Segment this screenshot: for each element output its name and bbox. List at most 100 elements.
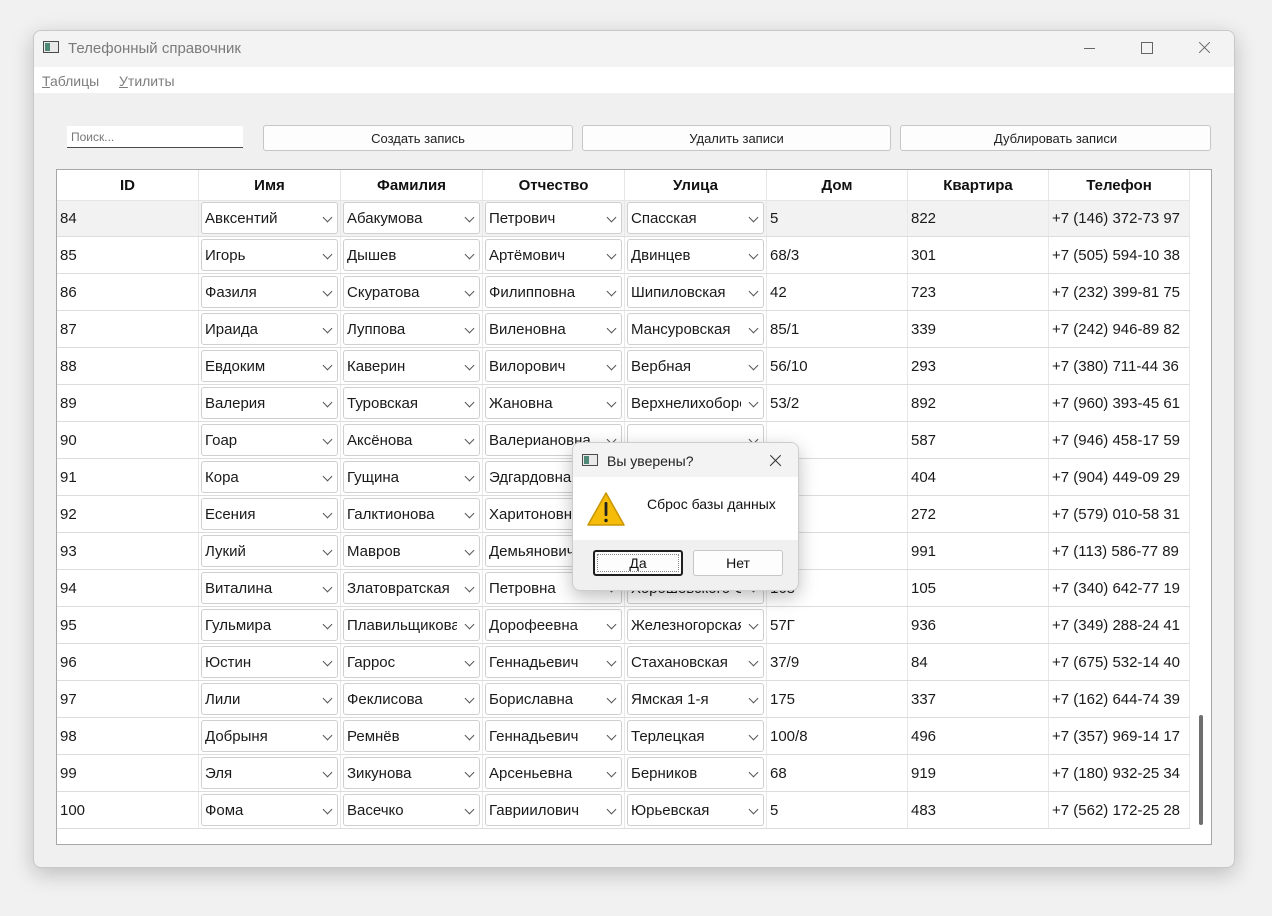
table-cell[interactable]: Ямская 1-я — [625, 681, 767, 717]
table-cell[interactable]: 88 — [57, 348, 199, 384]
column-header[interactable]: Отчество — [483, 170, 625, 200]
chevron-down-icon[interactable] — [322, 397, 333, 408]
chevron-down-icon[interactable] — [322, 767, 333, 778]
table-cell[interactable]: Вербная — [625, 348, 767, 384]
cell-combobox[interactable]: Гоар — [201, 424, 338, 456]
cell-combobox[interactable]: Двинцев — [627, 239, 764, 271]
chevron-down-icon[interactable] — [464, 286, 475, 297]
column-header[interactable]: Фамилия — [341, 170, 483, 200]
cell-combobox[interactable]: Туровская — [343, 387, 480, 419]
table-cell[interactable]: Стахановская — [625, 644, 767, 680]
table-cell[interactable]: Златовратская — [341, 570, 483, 606]
table-row[interactable]: 85 Игорь Дышев Артёмович Двинцев 68/3 301 +7 (5… — [57, 237, 1190, 274]
column-header[interactable]: Имя — [199, 170, 341, 200]
table-cell[interactable]: 37/9 — [767, 644, 908, 680]
table-cell[interactable]: +7 (357) 969-14 17 — [1049, 718, 1190, 754]
chevron-down-icon[interactable] — [606, 212, 617, 223]
cell-combobox[interactable]: Жановна — [485, 387, 622, 419]
table-cell[interactable]: 53/2 — [767, 385, 908, 421]
table-cell[interactable]: Ираида — [199, 311, 341, 347]
chevron-down-icon[interactable] — [322, 619, 333, 630]
chevron-down-icon[interactable] — [464, 360, 475, 371]
cell-combobox[interactable]: Терлецкая — [627, 720, 764, 752]
cell-combobox[interactable]: Авксентий — [201, 202, 338, 234]
cell-combobox[interactable]: Геннадьевич — [485, 720, 622, 752]
cell-combobox[interactable]: Плавильщикова — [343, 609, 480, 641]
table-cell[interactable]: 84 — [908, 644, 1049, 680]
chevron-down-icon[interactable] — [748, 767, 759, 778]
table-cell[interactable]: 86 — [57, 274, 199, 310]
maximize-button[interactable] — [1124, 31, 1170, 65]
chevron-down-icon[interactable] — [748, 286, 759, 297]
table-row[interactable]: 84 Авксентий Абакумова Петрович Спасская 5 822… — [57, 200, 1190, 237]
cell-combobox[interactable]: Васечко — [343, 794, 480, 826]
cell-combobox[interactable]: Гавриилович — [485, 794, 622, 826]
chevron-down-icon[interactable] — [606, 730, 617, 741]
scrollbar-thumb[interactable] — [1199, 715, 1203, 825]
chevron-down-icon[interactable] — [322, 656, 333, 667]
table-cell[interactable]: +7 (380) 711-44 36 — [1049, 348, 1190, 384]
cell-combobox[interactable]: Бориславна — [485, 683, 622, 715]
chevron-down-icon[interactable] — [464, 212, 475, 223]
cell-combobox[interactable]: Есения — [201, 498, 338, 530]
table-cell[interactable]: 91 — [57, 459, 199, 495]
table-cell[interactable]: Геннадьевич — [483, 718, 625, 754]
table-cell[interactable]: +7 (579) 010-58 31 — [1049, 496, 1190, 532]
chevron-down-icon[interactable] — [748, 212, 759, 223]
table-cell[interactable]: Виленовна — [483, 311, 625, 347]
table-cell[interactable]: 293 — [908, 348, 1049, 384]
chevron-down-icon[interactable] — [606, 656, 617, 667]
chevron-down-icon[interactable] — [464, 434, 475, 445]
table-row[interactable]: 86 Фазиля Скуратова Филипповна Шипиловская 42… — [57, 274, 1190, 311]
cell-combobox[interactable]: Шипиловская — [627, 276, 764, 308]
table-cell[interactable]: Вилорович — [483, 348, 625, 384]
table-cell[interactable]: 95 — [57, 607, 199, 643]
table-cell[interactable]: 56/10 — [767, 348, 908, 384]
chevron-down-icon[interactable] — [606, 323, 617, 334]
close-button[interactable] — [1181, 31, 1227, 65]
table-cell[interactable]: 87 — [57, 311, 199, 347]
dialog-close-button[interactable] — [763, 449, 789, 473]
cell-combobox[interactable]: Феклисова — [343, 683, 480, 715]
cell-combobox[interactable]: Эля — [201, 757, 338, 789]
chevron-down-icon[interactable] — [748, 249, 759, 260]
chevron-down-icon[interactable] — [464, 582, 475, 593]
table-cell[interactable]: +7 (162) 644-74 39 — [1049, 681, 1190, 717]
table-row[interactable]: 98 Добрыня Ремнёв Геннадьевич Терлецкая 100/8… — [57, 718, 1190, 755]
table-cell[interactable]: 68/3 — [767, 237, 908, 273]
cell-combobox[interactable]: Зикунова — [343, 757, 480, 789]
table-cell[interactable]: Юрьевская — [625, 792, 767, 828]
create-record-button[interactable]: Создать запись — [263, 125, 573, 151]
table-cell[interactable]: Дорофеевна — [483, 607, 625, 643]
table-cell[interactable]: 42 — [767, 274, 908, 310]
delete-records-button[interactable]: Удалить записи — [582, 125, 891, 151]
table-row[interactable]: 96 Юстин Гаррос Геннадьевич Стахановская 37/9… — [57, 644, 1190, 681]
table-cell[interactable]: Шипиловская — [625, 274, 767, 310]
cell-combobox[interactable]: Гульмира — [201, 609, 338, 641]
table-cell[interactable]: Есения — [199, 496, 341, 532]
table-cell[interactable]: Геннадьевич — [483, 644, 625, 680]
table-cell[interactable]: 5 — [767, 200, 908, 236]
table-row[interactable]: 100 Фома Васечко Гавриилович Юрьевская 5 483 +7… — [57, 792, 1190, 829]
table-cell[interactable]: Кора — [199, 459, 341, 495]
table-cell[interactable]: Феклисова — [341, 681, 483, 717]
table-cell[interactable]: 84 — [57, 200, 199, 236]
chevron-down-icon[interactable] — [322, 434, 333, 445]
cell-combobox[interactable]: Валерия — [201, 387, 338, 419]
vertical-scrollbar[interactable] — [1190, 170, 1211, 844]
table-cell[interactable]: 57Г — [767, 607, 908, 643]
column-header[interactable]: Телефон — [1049, 170, 1190, 200]
cell-combobox[interactable]: Ираида — [201, 313, 338, 345]
table-cell[interactable]: +7 (960) 393-45 61 — [1049, 385, 1190, 421]
table-cell[interactable]: Жановна — [483, 385, 625, 421]
table-cell[interactable]: +7 (675) 532-14 40 — [1049, 644, 1190, 680]
table-cell[interactable]: Верхнелихоборская — [625, 385, 767, 421]
chevron-down-icon[interactable] — [606, 286, 617, 297]
yes-button[interactable]: Да — [593, 550, 683, 576]
cell-combobox[interactable]: Юрьевская — [627, 794, 764, 826]
table-cell[interactable]: 337 — [908, 681, 1049, 717]
table-cell[interactable]: 96 — [57, 644, 199, 680]
cell-combobox[interactable]: Филипповна — [485, 276, 622, 308]
cell-combobox[interactable]: Игорь — [201, 239, 338, 271]
column-header[interactable]: Квартира — [908, 170, 1049, 200]
